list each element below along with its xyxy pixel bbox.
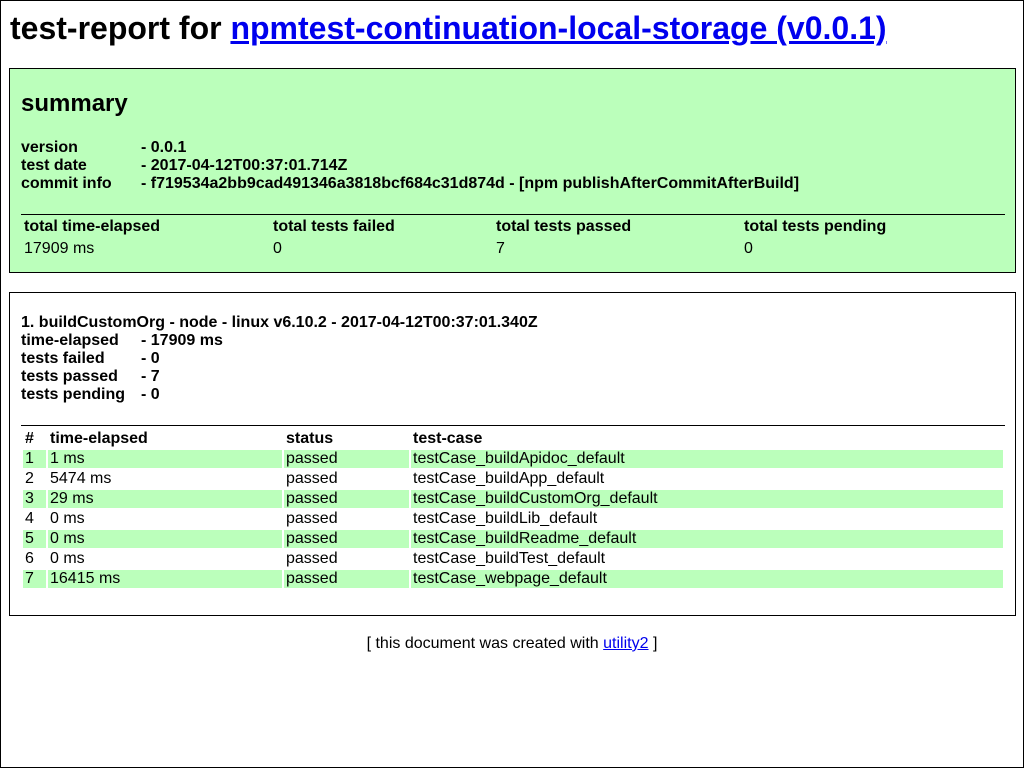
column-header: status [286, 430, 334, 447]
info-key: version [21, 139, 78, 156]
stat-label: total tests pending [744, 218, 887, 235]
page-title-prefix: test-report for [10, 10, 231, 46]
info-value: - 0.0.1 [141, 139, 187, 156]
cell-testcase: testCase_buildApp_default [413, 470, 605, 487]
footer: [ this document was created with utility… [1, 635, 1023, 653]
info-key: test date [21, 157, 87, 174]
cell-testcase: testCase_buildTest_default [413, 550, 606, 567]
info-value: - 0 [141, 386, 160, 403]
cell-testcase: testCase_buildLib_default [413, 510, 598, 527]
cell-index: 5 [23, 530, 46, 548]
cell-status: passed [284, 490, 409, 508]
divider [21, 425, 1005, 426]
footer-prefix: [ this document was created with [366, 635, 604, 652]
divider [21, 214, 1005, 215]
testcase-table: # time-elapsed status test-case 1 1 ms p… [21, 428, 1005, 590]
table-row: 2 5474 ms passed testCase_buildApp_defau… [23, 470, 1003, 488]
table-row: 6 0 ms passed testCase_buildTest_default [23, 550, 1003, 568]
cell-status: passed [286, 550, 338, 567]
table-row: 3 29 ms passed testCase_buildCustomOrg_d… [23, 490, 1003, 508]
testrun-info-row: tests failed - 0 [21, 350, 538, 368]
cell-testcase: testCase_buildApidoc_default [411, 450, 1003, 468]
info-value: - 2017-04-12T00:37:01.714Z [141, 157, 348, 174]
summary-panel: summary version - 0.0.1 test date - 2017-0… [9, 68, 1016, 273]
package-link[interactable]: npmtest-continuation-local-storage (v0.0… [230, 10, 886, 46]
cell-time: 16415 ms [48, 570, 282, 588]
testrun-info-row: tests pending - 0 [21, 386, 538, 404]
stat-value: 0 [744, 240, 753, 257]
cell-testcase: testCase_buildReadme_default [411, 530, 1003, 548]
table-row: 1 1 ms passed testCase_buildApidoc_defau… [23, 450, 1003, 468]
testrun-title: 1. buildCustomOrg - node - linux v6.10.2… [21, 314, 538, 331]
info-value: - 0 [141, 350, 160, 367]
stat-label: total time-elapsed [24, 218, 161, 235]
cell-time: 0 ms [48, 530, 282, 548]
cell-time: 0 ms [50, 510, 85, 527]
cell-status: passed [284, 570, 409, 588]
summary-info-row: version - 0.0.1 [21, 139, 799, 157]
stat-label: total tests failed [273, 218, 395, 235]
info-value: - 7 [141, 368, 160, 385]
cell-testcase: testCase_webpage_default [411, 570, 1003, 588]
cell-index: 3 [23, 490, 46, 508]
cell-index: 7 [23, 570, 46, 588]
cell-status: passed [286, 470, 338, 487]
table-header-row: # time-elapsed status test-case [23, 430, 1003, 448]
cell-status: passed [284, 530, 409, 548]
info-value: - f719534a2bb9cad491346a3818bcf684c31d87… [141, 175, 800, 192]
footer-suffix: ] [648, 635, 658, 652]
summary-info-row: commit info - f719534a2bb9cad491346a3818b… [21, 175, 799, 193]
utility2-link[interactable]: utility2 [603, 635, 648, 652]
cell-testcase: testCase_buildCustomOrg_default [411, 490, 1003, 508]
testrun-info: 1. buildCustomOrg - node - linux v6.10.2… [21, 314, 538, 404]
cell-time: 5474 ms [50, 470, 112, 487]
cell-time: 0 ms [50, 550, 85, 567]
cell-status: passed [286, 510, 338, 527]
cell-status: passed [284, 450, 409, 468]
info-key: tests failed [21, 350, 105, 367]
cell-index: 1 [23, 450, 46, 468]
stat-tests-failed: total tests failed 0 [273, 217, 395, 259]
cell-index: 2 [25, 470, 34, 487]
info-key: tests passed [21, 368, 118, 385]
summary-heading: summary [21, 90, 128, 117]
stat-label: total tests passed [496, 218, 632, 235]
table-row: 5 0 ms passed testCase_buildReadme_defau… [23, 530, 1003, 548]
testrun-panel: 1. buildCustomOrg - node - linux v6.10.2… [9, 292, 1016, 616]
stat-tests-passed: total tests passed 7 [496, 217, 631, 259]
stat-tests-pending: total tests pending 0 [744, 217, 886, 259]
info-key: time-elapsed [21, 332, 119, 349]
page-title: test-report for npmtest-continuation-loc… [10, 10, 887, 46]
info-key: tests pending [21, 386, 126, 403]
stat-value: 17909 ms [24, 240, 95, 257]
summary-info: version - 0.0.1 test date - 2017-04-12T00:… [21, 139, 799, 193]
cell-index: 4 [25, 510, 34, 527]
table-row: 7 16415 ms passed testCase_webpage_defau… [23, 570, 1003, 588]
column-header: # [25, 430, 34, 447]
cell-index: 6 [25, 550, 34, 567]
info-key: commit info [21, 175, 112, 192]
stat-value: 7 [496, 240, 505, 257]
stat-time-elapsed: total time-elapsed 17909 ms [24, 217, 160, 259]
summary-info-row: test date - 2017-04-12T00:37:01.714Z [21, 157, 799, 175]
column-header: test-case [413, 430, 483, 447]
column-header: time-elapsed [50, 430, 148, 447]
testrun-info-row: tests passed - 7 [21, 368, 538, 386]
table-row: 4 0 ms passed testCase_buildLib_default [23, 510, 1003, 528]
cell-time: 29 ms [48, 490, 282, 508]
cell-time: 1 ms [48, 450, 282, 468]
info-value: - 17909 ms [141, 332, 223, 349]
testrun-info-row: time-elapsed - 17909 ms [21, 332, 538, 350]
stat-value: 0 [273, 240, 282, 257]
